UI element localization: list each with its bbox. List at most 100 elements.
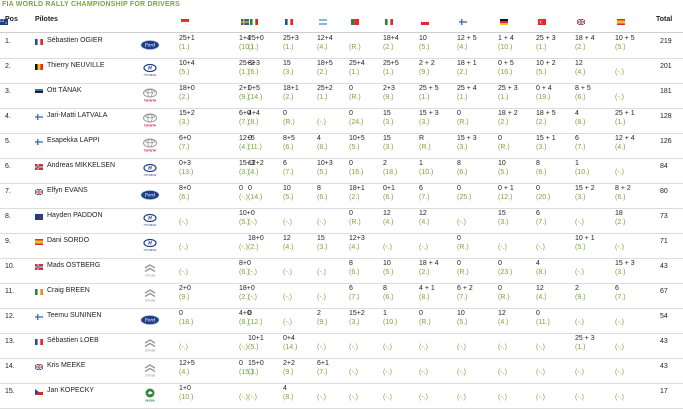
driver-name[interactable]: Hayden PADDON — [47, 212, 103, 219]
points-value — [575, 359, 619, 368]
table-row[interactable]: 7. Elfyn EVANS Ford 8+0 (6.) 0 (-.) 0 (14.) 10 (5.… — [0, 183, 683, 209]
col-total: Total — [656, 16, 673, 23]
rank-value: (R.) — [457, 269, 469, 276]
table-row[interactable]: 11. Craig BREEN CITROEN 2+0 (9.) 18+0 (2.) (-.… — [0, 283, 683, 309]
table-row[interactable]: 9. Dani SORDO H HYUNDAI (-.) (-.) 18+0 (2.) 12… — [0, 233, 683, 259]
table-row[interactable]: 4. Jari-Matti LATVALA TOYOTA 15+2 (3.) 6+0 (7.… — [0, 108, 683, 134]
rank-value: (2.) — [179, 94, 190, 101]
rank-value: (18.) — [179, 319, 194, 326]
rank-value: (-.) — [575, 319, 584, 326]
result-cell: 25+1 (1.) — [179, 34, 223, 52]
rank-value: (5.) — [179, 69, 190, 76]
flag-finland-icon — [34, 138, 44, 146]
driver-name[interactable]: Jan KOPECKY — [47, 387, 94, 394]
points-value — [179, 334, 223, 343]
rank-value: (R.) — [457, 119, 469, 126]
points-value — [615, 359, 659, 368]
position-cell: 13. — [5, 338, 15, 345]
flag-great-britain-icon — [576, 18, 586, 26]
rank-value: (19.) — [536, 94, 551, 101]
table-row[interactable]: 1. Sébastien OGIER Ford 25+1 (1.) 1+4 (10.) 25+… — [0, 33, 683, 59]
table-row[interactable]: 13. Sébastien LOEB CITROEN (-.) (-.) 10+1 (5… — [0, 333, 683, 359]
rank-value: (1.) — [179, 44, 190, 51]
points-value: 25 + 4 — [457, 85, 477, 92]
rank-value: (4.) — [615, 144, 626, 151]
result-cell: 0 (R.) — [457, 234, 501, 252]
flag-france-icon — [35, 338, 43, 345]
table-row[interactable]: 3. Ott TÄNAK TOYOTA 18+0 (2.) 2+1 (9.) 0+5 (14.)… — [0, 83, 683, 109]
rank-value: (7.) — [575, 144, 586, 151]
driver-name[interactable]: Dani SORDO — [47, 237, 89, 244]
rank-value: (3.) — [575, 194, 586, 201]
driver-name[interactable]: Thierry NEUVILLE — [47, 62, 105, 69]
points-value — [457, 209, 501, 218]
rank-value: (9.) — [179, 294, 190, 301]
total-points: 128 — [660, 113, 672, 120]
flag-poland-icon — [420, 18, 430, 25]
result-cell: 4 (8.) — [536, 259, 580, 277]
table-row[interactable]: 6. Andreas MIKKELSEN H HYUNDAI 0+3 (13.) 15+3(… — [0, 158, 683, 184]
result-cell: (-.) — [615, 384, 659, 402]
driver-name[interactable]: Mads OSTBERG — [47, 262, 100, 269]
points-value: 1+0 — [179, 385, 191, 392]
result-cell: 10 + 5 (5.) — [615, 34, 659, 52]
table-row[interactable]: 12. Teemu SUNINEN Ford 0 (18.) 4+0 (8.) 0 (12.) … — [0, 308, 683, 334]
points-value — [179, 209, 223, 218]
svg-text:H: H — [148, 166, 152, 172]
points-value: 10 — [457, 310, 465, 317]
result-cell: 15 + 3 (3.) — [615, 259, 659, 277]
driver-name[interactable]: Teemu SUNINEN — [47, 312, 101, 319]
position-cell: 10. — [5, 263, 15, 270]
toyota-logo-icon: TOYOTA — [140, 112, 160, 128]
points-value: 15 + 1 — [536, 135, 556, 142]
result-cell: 4 (8.) — [575, 109, 619, 127]
rank-value: (5.) — [575, 244, 586, 251]
hyundai-logo-icon: H HYUNDAI — [140, 237, 160, 253]
table-row[interactable]: 8. Hayden PADDON H HYUNDAI (-.) 10+0 (5.) (-.… — [0, 208, 683, 234]
table-row[interactable]: 14. Kris MEEKE CITROEN 12+5 (4.) 0 (15.) 15+0 (3… — [0, 358, 683, 384]
points-value — [615, 234, 659, 243]
table-row[interactable]: 10. Mads OSTBERG CITROEN (-.) 8+0 (6.) (-.) … — [0, 258, 683, 284]
points-value — [575, 309, 619, 318]
driver-name[interactable]: Kris MEEKE — [47, 362, 86, 369]
svg-text:TOYOTA: TOYOTA — [144, 124, 157, 128]
ford-logo-icon: Ford — [140, 187, 160, 203]
points-value — [457, 334, 501, 343]
table-row[interactable]: 2. Thierry NEUVILLE H HYUNDAI 10+4 (5.) 25+2 (1… — [0, 58, 683, 84]
total-points: 54 — [660, 313, 668, 320]
points-value — [536, 334, 580, 343]
total-points: 181 — [660, 88, 672, 95]
rank-value: (6.) — [536, 169, 547, 176]
rank-value: (20.) — [536, 194, 551, 201]
flag-france-icon — [285, 18, 293, 25]
result-cell: (-.) — [575, 259, 619, 277]
driver-name[interactable]: Elfyn EVANS — [47, 187, 88, 194]
rank-value: (2.) — [575, 44, 586, 51]
flag-estonia-icon — [34, 88, 44, 96]
points-value: 25 + 1 — [615, 110, 635, 117]
svg-text:Ford: Ford — [144, 193, 156, 199]
position-cell: 2. — [5, 63, 11, 70]
driver-name[interactable]: Ott TÄNAK — [47, 87, 82, 94]
svg-text:HYUNDAI: HYUNDAI — [144, 173, 157, 177]
driver-name[interactable]: Sébastien OGIER — [47, 37, 103, 44]
svg-text:Ford: Ford — [144, 43, 156, 49]
table-row[interactable]: 15. Jan KOPECKY SKODA 1+0 (10.) (-.) (-.) 4 (8… — [0, 383, 683, 409]
driver-name[interactable]: Esapekka LAPPI — [47, 137, 100, 144]
rank-value: (8.) — [575, 119, 586, 126]
driver-name[interactable]: Andreas MIKKELSEN — [47, 162, 115, 169]
result-cell: 8+0 (6.) — [179, 184, 223, 202]
table-row[interactable]: 5. Esapekka LAPPI TOYOTA 6+0 (7.) 12+5 (4.) 0 (1… — [0, 133, 683, 159]
result-cell: 0 (R.) — [457, 109, 501, 127]
driver-name[interactable]: Craig BREEN — [47, 287, 90, 294]
result-cell: 8 (6.) — [457, 159, 501, 177]
rank-value: (-.) — [179, 219, 188, 226]
flag-sweden-icon — [241, 18, 249, 25]
rank-value: (5.) — [457, 319, 468, 326]
total-points: 71 — [660, 238, 668, 245]
points-value: 10 + 5 — [615, 35, 635, 42]
points-value: 6 — [615, 285, 619, 292]
position-cell: 14. — [5, 363, 15, 370]
driver-name[interactable]: Sébastien LOEB — [47, 337, 99, 344]
driver-name[interactable]: Jari-Matti LATVALA — [47, 112, 107, 119]
